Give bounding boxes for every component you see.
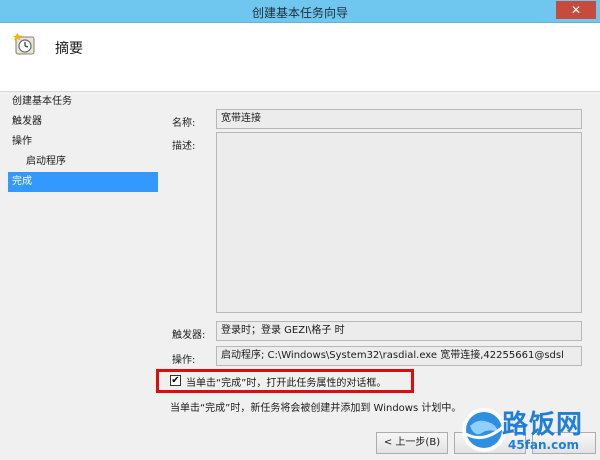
trigger-label: 触发器:	[172, 330, 206, 341]
description-field[interactable]	[216, 132, 582, 313]
step-action[interactable]: 操作	[8, 132, 158, 152]
action-field[interactable]: 启动程序; C:\Windows\System32\rasdial.exe 宽带…	[216, 346, 582, 366]
name-field[interactable]: 宽带连接	[216, 109, 582, 129]
step-trigger[interactable]: 触发器	[8, 112, 158, 132]
watermark-url: 45fan.com	[508, 438, 579, 452]
open-properties-checkbox[interactable]: ✔	[170, 375, 181, 386]
trigger-field[interactable]: 登录时；登录 GEZI\格子 时	[216, 321, 582, 341]
title-bar: 创建基本任务向导 ✕	[0, 0, 600, 23]
step-finish[interactable]: 完成	[8, 172, 158, 192]
watermark-name: 路饭网	[502, 410, 584, 440]
task-wizard-window: 创建基本任务向导 ✕ 摘要 创建基本任务 触发器 操作 启动程序 完成 名称: …	[0, 0, 600, 460]
step-create-basic-task[interactable]: 创建基本任务	[8, 92, 158, 112]
back-button[interactable]: < 上一步(B)	[376, 432, 448, 454]
task-wizard-icon	[12, 32, 35, 55]
step-start-program[interactable]: 启动程序	[8, 152, 158, 172]
finish-note: 当单击“完成”时，新任务将会被创建并添加到 Windows 计划中。	[170, 403, 462, 414]
window-title: 创建基本任务向导	[251, 6, 348, 20]
page-title: 摘要	[55, 41, 83, 57]
watermark: 路饭网 45fan.com	[456, 398, 600, 460]
step-list: 创建基本任务 触发器 操作 启动程序 完成	[8, 92, 158, 192]
close-button[interactable]: ✕	[556, 1, 596, 19]
action-label: 操作:	[172, 355, 196, 366]
open-properties-label[interactable]: 当单击“完成”时，打开此任务属性的对话框。	[186, 374, 386, 389]
description-label: 描述:	[172, 141, 196, 152]
name-label: 名称:	[172, 118, 196, 129]
wizard-header: 摘要	[0, 23, 600, 92]
